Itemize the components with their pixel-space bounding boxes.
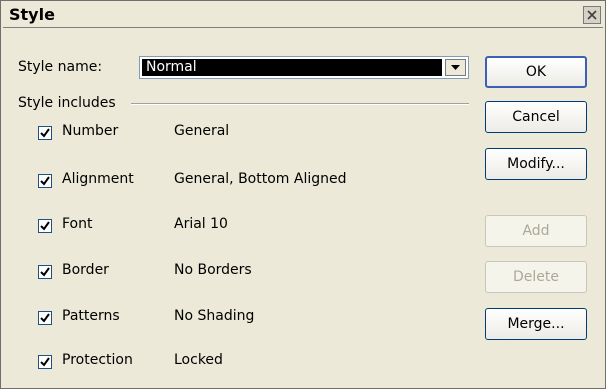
checkmark-icon bbox=[40, 267, 50, 277]
cancel-button[interactable]: Cancel bbox=[485, 101, 587, 133]
font-value: Arial 10 bbox=[174, 216, 228, 232]
font-checkbox[interactable] bbox=[38, 219, 52, 233]
delete-button[interactable]: Delete bbox=[485, 261, 587, 293]
group-divider bbox=[131, 103, 469, 105]
number-checkbox[interactable] bbox=[38, 126, 52, 140]
style-name-value[interactable]: Normal bbox=[142, 59, 442, 76]
number-label[interactable]: Number bbox=[62, 123, 118, 139]
checkmark-icon bbox=[40, 357, 50, 367]
alignment-value: General, Bottom Aligned bbox=[174, 171, 347, 187]
dialog-title: Style bbox=[9, 5, 55, 24]
checkmark-icon bbox=[40, 313, 50, 323]
close-icon bbox=[587, 10, 597, 20]
border-label[interactable]: Border bbox=[62, 262, 109, 278]
border-value: No Borders bbox=[174, 262, 252, 278]
style-dialog: Style Style name: Normal Style includes … bbox=[0, 0, 606, 389]
protection-label[interactable]: Protection bbox=[62, 352, 133, 368]
number-value: General bbox=[174, 123, 230, 139]
close-button[interactable] bbox=[583, 6, 601, 24]
ok-button[interactable]: OK bbox=[485, 56, 587, 88]
merge-button[interactable]: Merge... bbox=[485, 308, 587, 340]
style-name-label: Style name: bbox=[18, 59, 103, 75]
patterns-label[interactable]: Patterns bbox=[62, 308, 120, 324]
checkmark-icon bbox=[40, 128, 50, 138]
style-includes-label: Style includes bbox=[18, 95, 116, 111]
checkmark-icon bbox=[40, 176, 50, 186]
dropdown-button[interactable] bbox=[445, 59, 466, 76]
title-bar[interactable]: Style bbox=[3, 3, 603, 28]
chevron-down-icon bbox=[451, 65, 460, 70]
patterns-value: No Shading bbox=[174, 308, 255, 324]
modify-button[interactable]: Modify... bbox=[485, 148, 587, 180]
style-name-combobox[interactable]: Normal bbox=[139, 56, 469, 79]
protection-value: Locked bbox=[174, 352, 223, 368]
font-label[interactable]: Font bbox=[62, 216, 92, 232]
add-button[interactable]: Add bbox=[485, 215, 587, 247]
patterns-checkbox[interactable] bbox=[38, 311, 52, 325]
border-checkbox[interactable] bbox=[38, 265, 52, 279]
checkmark-icon bbox=[40, 221, 50, 231]
alignment-checkbox[interactable] bbox=[38, 174, 52, 188]
protection-checkbox[interactable] bbox=[38, 355, 52, 369]
alignment-label[interactable]: Alignment bbox=[62, 171, 134, 187]
